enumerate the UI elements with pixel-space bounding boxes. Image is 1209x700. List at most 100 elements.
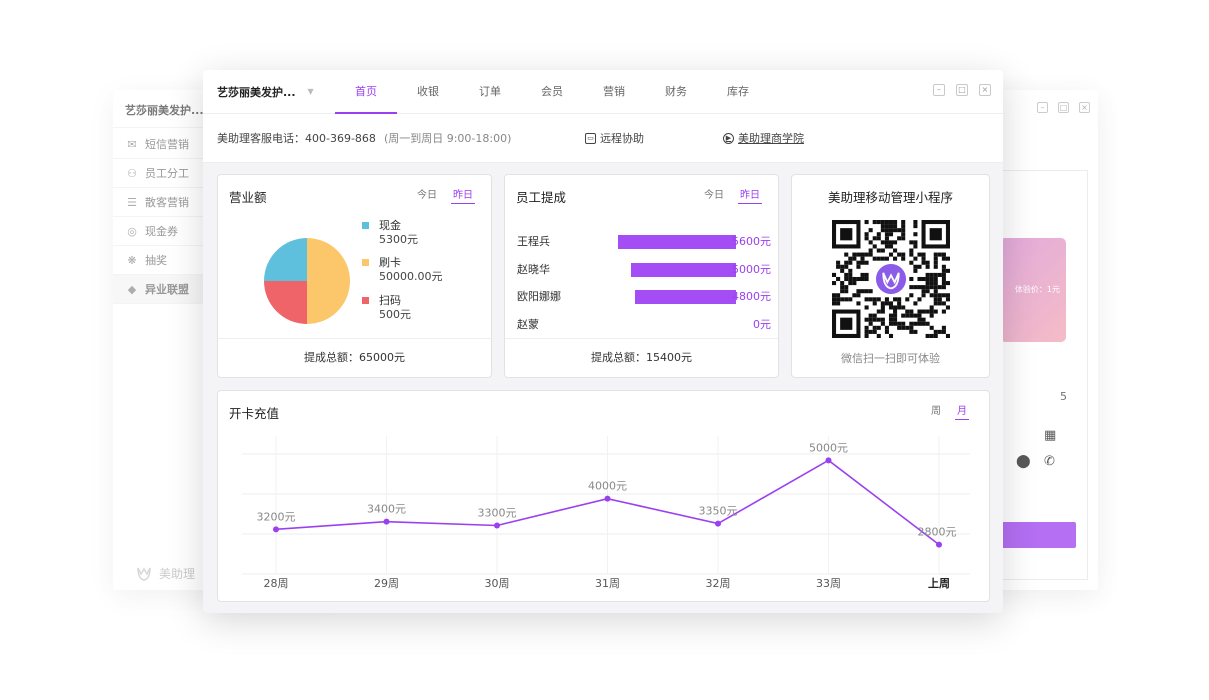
qr-logo-icon — [875, 263, 907, 295]
bg-value-fragment: 5 — [1060, 390, 1067, 403]
revenue-panel: 营业额 今日 昨日 现金 5300元 刷卡 50000.00元 扫码 500元 提成总… — [217, 174, 492, 378]
bg-window-controls: – □ × — [1037, 102, 1090, 113]
point-label: 2800元 — [918, 526, 957, 539]
legend-name: 刷卡 — [379, 256, 401, 269]
legend-cash: 现金 5300元 — [362, 219, 418, 247]
bg-sidebar-label: 异业联盟 — [145, 283, 189, 296]
bg-sidebar-item-alliance[interactable]: ◆ 异业联盟 — [113, 275, 205, 304]
shop-name: 艺莎丽美发护... — [217, 85, 296, 99]
bg-action-bar[interactable] — [1000, 522, 1076, 548]
legend-swatch — [362, 259, 369, 266]
tab-inventory[interactable]: 库存 — [707, 70, 769, 114]
shop-selector[interactable]: 艺莎丽美发护... ▼ — [203, 84, 335, 100]
line-point — [494, 522, 500, 529]
close-icon[interactable]: × — [1079, 102, 1090, 113]
academy-link[interactable]: ▶ 美助理商学院 — [723, 130, 804, 146]
database-icon: ☰ — [127, 195, 137, 209]
top-bar: 艺莎丽美发护... ▼ 首页 收银 订单 会员 营销 财务 库存 – □ × — [203, 70, 1003, 114]
monitor-icon: ▭ — [585, 132, 596, 144]
store-icon[interactable]: ▦ — [1044, 428, 1056, 443]
line-point — [604, 495, 611, 502]
employee-row: 赵蒙 0元 — [517, 316, 777, 332]
x-tick-label: 29周 — [374, 577, 399, 590]
point-label: 3300元 — [478, 507, 517, 520]
employee-row: 王程兵 5600元 — [517, 233, 777, 249]
maximize-icon[interactable]: □ — [956, 84, 968, 96]
gift-icon: ❋ — [127, 253, 137, 267]
bg-sidebar-item-staff[interactable]: ⚇ 员工分工 — [113, 159, 205, 188]
commission-range-tabs: 今日 昨日 — [702, 186, 762, 204]
remote-assist-label: 远程协助 — [600, 132, 644, 145]
close-icon[interactable]: × — [979, 84, 991, 96]
employee-commission-value: 0元 — [753, 317, 771, 331]
caret-down-icon: ▼ — [307, 87, 314, 96]
point-label: 5000元 — [809, 441, 848, 454]
brand-logo: 美助理 — [135, 565, 195, 582]
legend-name: 扫码 — [379, 294, 401, 307]
commission-panel: 员工提成 今日 昨日 王程兵 5600元 赵晓华 5000元 欧阳娜娜 4800元 赵蒙 0元… — [504, 174, 779, 378]
minimize-icon[interactable]: – — [1037, 102, 1048, 113]
employee-commission-bar — [635, 290, 736, 304]
tab-today[interactable]: 今日 — [702, 186, 726, 204]
bg-sidebar-item-sms[interactable]: ✉ 短信营销 — [113, 130, 205, 159]
service-bar: 美助理客服电话：400-369-868 (周一到周日 9:00-18:00) ▭… — [203, 114, 1003, 163]
line-point — [936, 541, 942, 548]
line-point — [825, 457, 832, 464]
tab-yesterday[interactable]: 昨日 — [738, 186, 762, 204]
mini-program-caption: 微信扫一扫即可体验 — [841, 352, 940, 365]
phone-icon[interactable]: ✆ — [1044, 454, 1055, 469]
x-tick-label: 31周 — [595, 577, 620, 590]
bg-sidebar-label: 现金券 — [145, 225, 178, 238]
tab-cashier[interactable]: 收银 — [397, 70, 459, 114]
employee-name: 赵蒙 — [517, 317, 539, 331]
employee-commission-value: 5000元 — [732, 262, 771, 276]
x-tick-label: 30周 — [485, 577, 510, 590]
mini-program-panel: 美助理移动管理小程序 微信扫一扫即可体验 — [791, 174, 990, 378]
location-icon[interactable]: ⬤ — [1016, 454, 1031, 469]
tab-today[interactable]: 今日 — [415, 186, 439, 204]
bg-sidebar-label: 散客营销 — [145, 196, 189, 209]
window-controls: – □ × — [933, 84, 991, 96]
bg-sidebar-label: 抽奖 — [145, 254, 167, 267]
remote-assist-link[interactable]: ▭ 远程协助 — [585, 130, 644, 146]
pie-slice-1 — [307, 238, 350, 324]
legend-value: 500元 — [379, 308, 411, 321]
employee-name: 赵晓华 — [517, 262, 550, 276]
tab-yesterday[interactable]: 昨日 — [451, 186, 475, 204]
bg-sidebar-label: 员工分工 — [145, 167, 189, 180]
tab-members[interactable]: 会员 — [521, 70, 583, 114]
bg-sidebar-item-coupon[interactable]: ◎ 现金券 — [113, 217, 205, 246]
pie-slice-2 — [264, 281, 307, 324]
commission-footer: 提成总额：15400元 — [505, 338, 778, 377]
employee-commission-value: 5600元 — [732, 235, 771, 248]
tab-marketing[interactable]: 营销 — [583, 70, 645, 114]
line-point — [273, 526, 279, 533]
bg-sidebar-item-walkin[interactable]: ☰ 散客营销 — [113, 188, 205, 217]
bg-promo-card: 体验价：1元 — [1000, 238, 1066, 342]
bg-sidebar-label: 短信营销 — [145, 138, 189, 151]
tab-orders[interactable]: 订单 — [459, 70, 521, 114]
mail-icon: ✉ — [127, 137, 137, 151]
line-point — [383, 518, 390, 525]
minimize-icon[interactable]: – — [933, 84, 945, 96]
academy-label: 美助理商学院 — [738, 132, 804, 145]
tab-finance[interactable]: 财务 — [645, 70, 707, 114]
bg-sidebar-item-lottery[interactable]: ❋ 抽奖 — [113, 246, 205, 275]
revenue-range-tabs: 今日 昨日 — [415, 186, 475, 204]
revenue-title: 营业额 — [229, 190, 267, 205]
legend-card: 刷卡 50000.00元 — [362, 256, 443, 284]
background-sidebar: ✉ 短信营销 ⚇ 员工分工 ☰ 散客营销 ◎ 现金券 ❋ 抽奖 ◆ 异业联盟 — [113, 130, 205, 304]
maximize-icon[interactable]: □ — [1058, 102, 1069, 113]
employee-name: 王程兵 — [517, 235, 550, 248]
point-label: 3400元 — [367, 503, 406, 516]
recharge-line-chart: 3200元 3400元 3300元 4000元 3350元 5000元 2800元 28周 29… — [242, 436, 970, 590]
legend-swatch — [362, 222, 369, 229]
tab-home[interactable]: 首页 — [335, 70, 397, 114]
service-hours: (周一到周日 9:00-18:00) — [383, 132, 512, 145]
promo-price: 体验价：1元 — [1014, 285, 1060, 294]
service-phone: 美助理客服电话：400-369-868 — [217, 132, 376, 145]
background-window-right: – □ × 体验价：1元 5 ▦ ⬤ ✆ — [990, 90, 1098, 590]
employee-commission-value: 4800元 — [732, 290, 771, 303]
point-label: 3200元 — [257, 510, 296, 523]
legend-value: 5300元 — [379, 233, 418, 246]
